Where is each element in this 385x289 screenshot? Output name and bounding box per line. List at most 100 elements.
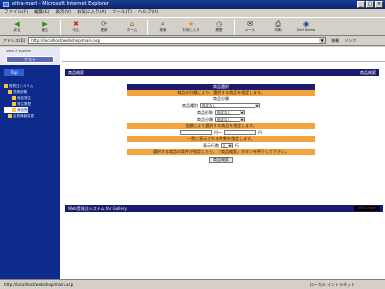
favorites-label: お気に入り [182,28,200,32]
chevron-down-icon[interactable]: ▼ [319,38,326,43]
minimize-button[interactable]: _ [357,1,365,8]
chevron-down-icon: ▼ [240,111,244,115]
stop-button[interactable]: ✖ 中止 [63,18,89,36]
address-label: アドレス(D) [3,37,26,43]
type-select[interactable]: 指定なし ▼ [200,103,260,108]
print-button[interactable]: ⎙ 印刷 [265,18,291,36]
count-row: 表示行数 5 ▼ 行 [127,142,315,149]
title-bar: eitra-mart - Microsoft Internet Explorer… [0,0,385,9]
go-button[interactable]: 移動 [329,38,341,44]
toolbar: ◀ 戻る ▶ 進む ✖ 中止 ⟳ 更新 ⌂ ホーム ⌕ 検索 ★ お気に入り ◷ 履歴 ✉ メール… [0,17,385,36]
stop-label: 中止 [72,28,80,32]
divider [62,61,385,62]
field-row: 商品形態 指定なし ▼ [127,109,315,116]
search-icon: ⌕ [161,20,165,28]
select-value: 指定なし [217,118,231,122]
left-frame-header: view 2 system ゲスト [0,47,60,65]
tree-item[interactable]: 会員情報変更 [4,113,60,119]
menu-help[interactable]: ヘルプ(H) [138,9,158,17]
footer-text: Web受発注システム for Gallery [68,206,127,211]
refresh-label: 更新 [100,28,108,32]
favorites-button[interactable]: ★ お気に入り [178,18,204,36]
maximize-button[interactable]: □ [366,1,374,8]
dell-home-button[interactable]: ◉ Dell Home [293,18,319,36]
screen: eitra-mart - Microsoft Internet Explorer… [0,0,385,289]
address-input[interactable]: http://localhost/webshop/main.asp ▼ [28,37,327,44]
window-title: eitra-mart - Microsoft Internet Explorer [12,1,109,7]
status-bar: http://localhost/webshop/main.asp ローカル イ… [0,279,385,289]
forward-icon: ▶ [42,20,48,28]
field-label: 商品種別 [182,102,198,108]
top-button[interactable]: Top [4,69,24,76]
field-row: 商品種別 指定なし ▼ [127,102,315,109]
menu-file[interactable]: ファイル(F) [4,9,28,17]
tree-item-label: 発注履歴 [17,101,31,106]
window-buttons: _ □ × [357,1,383,8]
page-icon [12,102,16,106]
main-frame: 商品検索 商品検索 商品選択 商品の分類により、選択する商品を指定します。 商品… [62,47,385,279]
close-button[interactable]: × [375,1,383,8]
guest-button[interactable]: ゲスト [6,56,54,63]
select-value: 5 [223,144,226,148]
tree-item-label: 商品発注 [17,95,31,100]
mail-button[interactable]: ✉ メール [237,18,263,36]
tree-item-label: 会員情報変更 [13,113,34,118]
chevron-down-icon: ▼ [255,104,259,108]
forward-label: 進む [41,28,49,32]
folder-icon [8,90,12,94]
history-button[interactable]: ◷ 履歴 [206,18,232,36]
status-text: http://localhost/webshop/main.asp [4,282,74,287]
refresh-icon: ⟳ [101,20,107,28]
menu-bar: ファイル(F) 編集(E) 表示(V) お気に入り(A) ツール(T) ヘルプ(… [0,9,385,17]
menu-edit[interactable]: 編集(E) [34,9,49,17]
stop-icon: ✖ [73,20,79,28]
folder-icon [8,114,12,118]
form-select[interactable]: 指定なし ▼ [215,110,245,115]
ie-icon [3,2,9,7]
view-tab[interactable]: view 2 system [6,49,31,53]
forward-button[interactable]: ▶ 進む [32,18,58,36]
history-icon: ◷ [215,20,223,28]
address-bar: アドレス(D) http://localhost/webshop/main.as… [0,36,385,46]
price-min-input[interactable] [180,130,212,135]
links-button[interactable]: リンク [344,38,356,44]
count-label: 表示行数 [203,142,219,148]
price-unit-to: 円 [258,129,262,135]
tree-item-label: 商品照会 [17,107,31,112]
page-content: view 2 system ゲスト Top 受発注システム 見積依頼 商品発注 … [0,47,385,279]
mail-icon: ✉ [247,20,253,28]
field-label: 商品分類 [197,116,213,122]
tree-item-label: 受発注システム [9,83,34,88]
menu-tools[interactable]: ツール(T) [112,9,132,17]
price-max-input[interactable] [224,130,256,135]
back-button[interactable]: ◀ 戻る [4,18,30,36]
product-search-button[interactable]: 商品検索 [209,156,233,163]
page-subtitle: 商品検索 [360,70,376,75]
page-icon [12,96,16,100]
select-value: 指定なし [217,111,231,115]
menu-favorites[interactable]: お気に入り(A) [77,9,106,17]
chevron-down-icon: ▼ [240,118,244,122]
button-row: 商品検索 [127,155,315,164]
toolbar-separator [234,20,235,35]
page-icon [12,108,16,112]
print-icon: ⎙ [275,20,281,28]
dell-icon: ◉ [302,20,310,28]
toolbar-separator [60,20,61,35]
class-select[interactable]: 指定なし ▼ [215,117,245,122]
home-icon: ⌂ [129,20,135,28]
nav-tree: 受発注システム 見積依頼 商品発注 発注履歴 商品照会 会員情報変更 [4,83,60,119]
tree-item-label: 見積依頼 [13,89,27,94]
home-button[interactable]: ⌂ ホーム [119,18,145,36]
count-select[interactable]: 5 ▼ [221,143,233,148]
print-label: 印刷 [274,28,282,32]
toolbar-separator [147,20,148,35]
search-label: 検索 [159,28,167,32]
footer-bar: Web受発注システム for Gallery eitra-mart [65,205,383,212]
select-value: 指定なし [202,104,216,108]
footer-logo: eitra-mart [354,206,380,211]
menu-view[interactable]: 表示(V) [55,9,71,17]
search-button[interactable]: ⌕ 検索 [150,18,176,36]
refresh-button[interactable]: ⟳ 更新 [91,18,117,36]
instruction-submit: 選択する商品の条件が指定したら、『商品検索』ボタンを押下して下さい。 [127,149,315,155]
